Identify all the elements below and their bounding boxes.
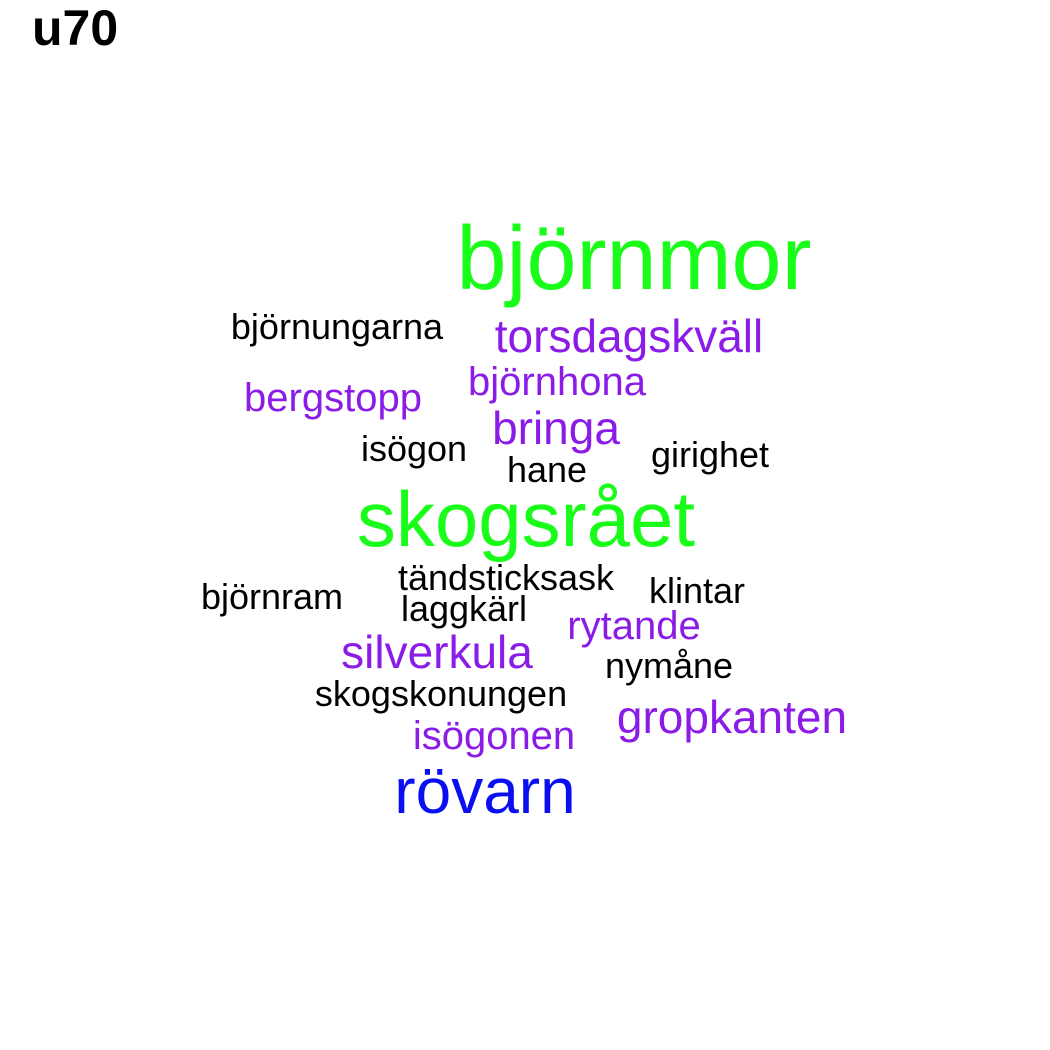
word-laggkarl: laggkärl xyxy=(400,588,528,629)
word-silverkula: silverkula xyxy=(341,626,533,678)
word-klintar: klintar xyxy=(648,570,746,611)
word-hane: hane xyxy=(506,449,588,490)
word-bjornhona: björnhona xyxy=(468,360,646,404)
word-bringa: bringa xyxy=(492,402,620,454)
word-bjornram: björnram xyxy=(200,576,344,617)
word-girighet: girighet xyxy=(650,434,770,475)
word-bjornmor: björnmor xyxy=(456,209,812,309)
word-bjornungarna: björnungarna xyxy=(230,306,444,347)
word-rovarn: rövarn xyxy=(394,755,576,827)
word-isogonen: isögonen xyxy=(412,714,576,758)
word-skogskonungen: skogskonungen xyxy=(314,673,568,714)
word-isogon: isögon xyxy=(360,428,468,469)
word-cloud: björnmor skogsrået rövarn torsdagskväll … xyxy=(0,0,1050,1050)
word-gropkanten: gropkanten xyxy=(616,691,848,743)
word-rytande: rytande xyxy=(567,604,701,648)
word-nymane: nymåne xyxy=(604,645,734,686)
word-bergstopp: bergstopp xyxy=(244,376,422,420)
word-skogsraet: skogsrået xyxy=(356,475,696,563)
word-torsdagskvall: torsdagskväll xyxy=(494,310,764,362)
